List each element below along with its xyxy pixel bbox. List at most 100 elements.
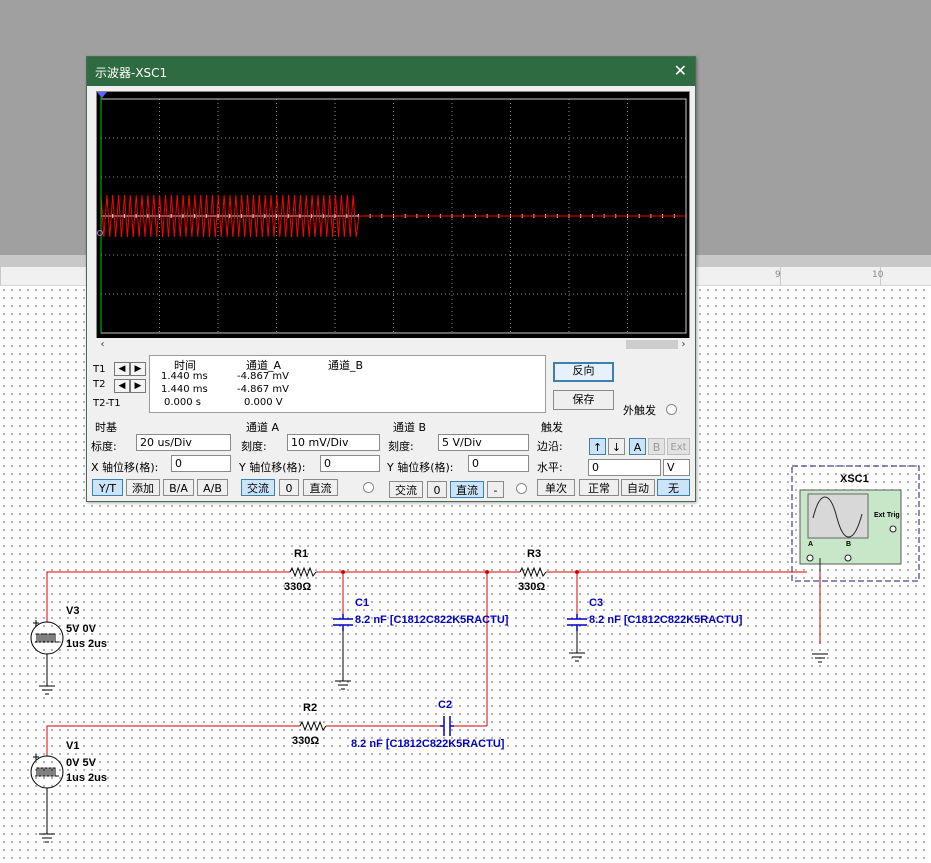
trigger-rising-edge-icon[interactable]: ↑ (589, 438, 606, 455)
trigger-falling-edge-icon[interactable]: ↓ (608, 438, 625, 455)
t2-right-arrow-icon[interactable]: ▶ (130, 379, 146, 393)
r3-value: 330Ω (518, 581, 546, 593)
horizontal-scrollbar[interactable]: ‹ › (96, 338, 690, 351)
ground-v1 (39, 788, 55, 843)
diff-channel-a: 0.000 V (244, 397, 283, 408)
channel-a-ypos-label: Y 轴位移(格): (239, 461, 306, 474)
trigger-normal-button[interactable]: 正常 (579, 479, 619, 496)
c3-name: C3 (589, 597, 604, 609)
channel-b-ac-button[interactable]: 交流 (389, 481, 423, 498)
c2-value: 8.2 nF [C1812C822K5RACTU] (351, 738, 505, 750)
t1-channel-a: -4.867 mV (237, 371, 289, 382)
r2-value: 330Ω (292, 735, 320, 747)
channel-b-scale-field[interactable]: 5 V/Div (438, 434, 529, 451)
trigger-auto-button[interactable]: 自动 (621, 479, 655, 496)
channel-b-minus-button[interactable]: - (487, 481, 504, 498)
xsc1-ch-a: A (808, 541, 814, 548)
xsc1-name: XSC1 (840, 473, 869, 485)
ground-c1 (335, 631, 351, 690)
timebase-scale-field[interactable]: 20 us/Div (136, 434, 231, 451)
oscilloscope-window[interactable]: 示波器-XSC1 ✕ ‹ › T1 T2 T2-T1 ◀ ▶ ◀ ▶ 时间 通道… (86, 56, 696, 502)
trigger-level-unit[interactable]: V (663, 459, 690, 476)
ruler-mark-10: 10 (872, 270, 884, 280)
resistor-r2 (299, 720, 327, 732)
mode-ab-button[interactable]: A/B (197, 479, 228, 496)
trigger-source-b-button[interactable]: B (648, 438, 665, 455)
channel-a-ypos-field[interactable]: 0 (320, 455, 380, 472)
close-icon[interactable]: ✕ (674, 61, 687, 80)
r2-name: R2 (303, 702, 318, 714)
ground-v3 (39, 654, 55, 695)
source-v1 (30, 754, 64, 789)
trigger-title: 触发 (541, 421, 563, 434)
t2-left-arrow-icon[interactable]: ◀ (114, 379, 130, 393)
t2-channel-a: -4.867 mV (237, 384, 289, 395)
channel-b-dc-button[interactable]: 直流 (450, 481, 484, 498)
row-diff-label: T2-T1 (93, 398, 121, 409)
window-title: 示波器-XSC1 (95, 66, 168, 80)
trigger-level-field[interactable]: 0 (588, 459, 661, 476)
v3-name: V3 (66, 605, 80, 617)
timebase-scale-label: 标度: (91, 440, 117, 453)
scope-display (97, 92, 687, 334)
ext-trigger-radio[interactable] (666, 404, 677, 415)
channel-a-offset-marker (97, 230, 103, 236)
trigger-source-ext-button[interactable]: Ext (667, 438, 690, 455)
capacitors (333, 614, 587, 736)
scroll-left-icon[interactable]: ‹ (96, 338, 109, 351)
channel-a-dc-button[interactable]: 直流 (303, 479, 338, 496)
oscilloscope-titlebar[interactable]: 示波器-XSC1 ✕ (87, 57, 695, 86)
trigger-single-button[interactable]: 单次 (537, 479, 575, 496)
channel-a-title: 通道 A (246, 421, 280, 434)
mode-add-button[interactable]: 添加 (126, 479, 160, 496)
t1-right-arrow-icon[interactable]: ▶ (130, 362, 146, 376)
wires (46, 571, 821, 756)
channel-a-scale-label: 刻度: (241, 440, 267, 453)
cursor-readout-table: 时间 通道_A 通道_B 1.440 ms -4.867 mV 1.440 ms… (149, 355, 546, 413)
source-v3 (30, 620, 64, 655)
col-b-header: 通道_B (328, 359, 364, 372)
resistor-r1 (289, 566, 317, 578)
cursor-t1-marker (97, 92, 107, 98)
c3-value: 8.2 nF [C1812C822K5RACTU] (589, 614, 743, 626)
oscilloscope-screen[interactable] (96, 91, 690, 339)
scroll-thumb[interactable] (626, 340, 678, 349)
timebase-title: 时基 (95, 421, 117, 434)
row-t1-label: T1 (93, 364, 106, 375)
v1-timing: 1us 2us (66, 772, 107, 784)
channel-a-zero-button[interactable]: 0 (279, 479, 299, 496)
mode-ba-button[interactable]: B/A (163, 479, 194, 496)
trigger-source-a-button[interactable]: A (629, 438, 646, 455)
ground-c3 (569, 631, 585, 662)
timebase-xpos-label: X 轴位移(格): (91, 461, 159, 474)
t1-left-arrow-icon[interactable]: ◀ (114, 362, 130, 376)
trigger-none-button[interactable]: 无 (657, 479, 690, 496)
r1-name: R1 (294, 548, 309, 560)
t1-time: 1.440 ms (161, 371, 208, 382)
channel-b-zero-button[interactable]: 0 (427, 481, 447, 498)
c1-name: C1 (355, 597, 370, 609)
timebase-xpos-field[interactable]: 0 (171, 455, 231, 472)
mode-yt-button[interactable]: Y/T (92, 479, 123, 496)
channel-a-scale-field[interactable]: 10 mV/Div (287, 434, 380, 451)
v3-timing: 1us 2us (66, 638, 107, 650)
save-button[interactable]: 保存 (553, 390, 614, 410)
channel-b-ypos-field[interactable]: 0 (468, 455, 529, 472)
c1-value: 8.2 nF [C1812C822K5RACTU] (355, 614, 509, 626)
r1-value: 330Ω (284, 581, 312, 593)
resistor-r3 (519, 566, 547, 578)
v3-levels: 5V 0V (66, 623, 96, 635)
channel-a-radio[interactable] (363, 482, 374, 493)
reverse-button[interactable]: 反向 (553, 362, 614, 382)
scroll-right-icon[interactable]: › (677, 338, 690, 351)
component-bodies (30, 566, 828, 843)
channel-b-title: 通道 B (393, 421, 427, 434)
diff-time: 0.000 s (164, 397, 202, 408)
capacitor-c1 (333, 614, 353, 631)
channel-a-ac-button[interactable]: 交流 (241, 479, 275, 496)
c2-name: C2 (438, 699, 453, 711)
r3-name: R3 (527, 548, 542, 560)
channel-b-radio[interactable] (516, 483, 527, 494)
ground-scope (812, 653, 828, 663)
ext-trigger-label: 外触发 (623, 404, 656, 417)
